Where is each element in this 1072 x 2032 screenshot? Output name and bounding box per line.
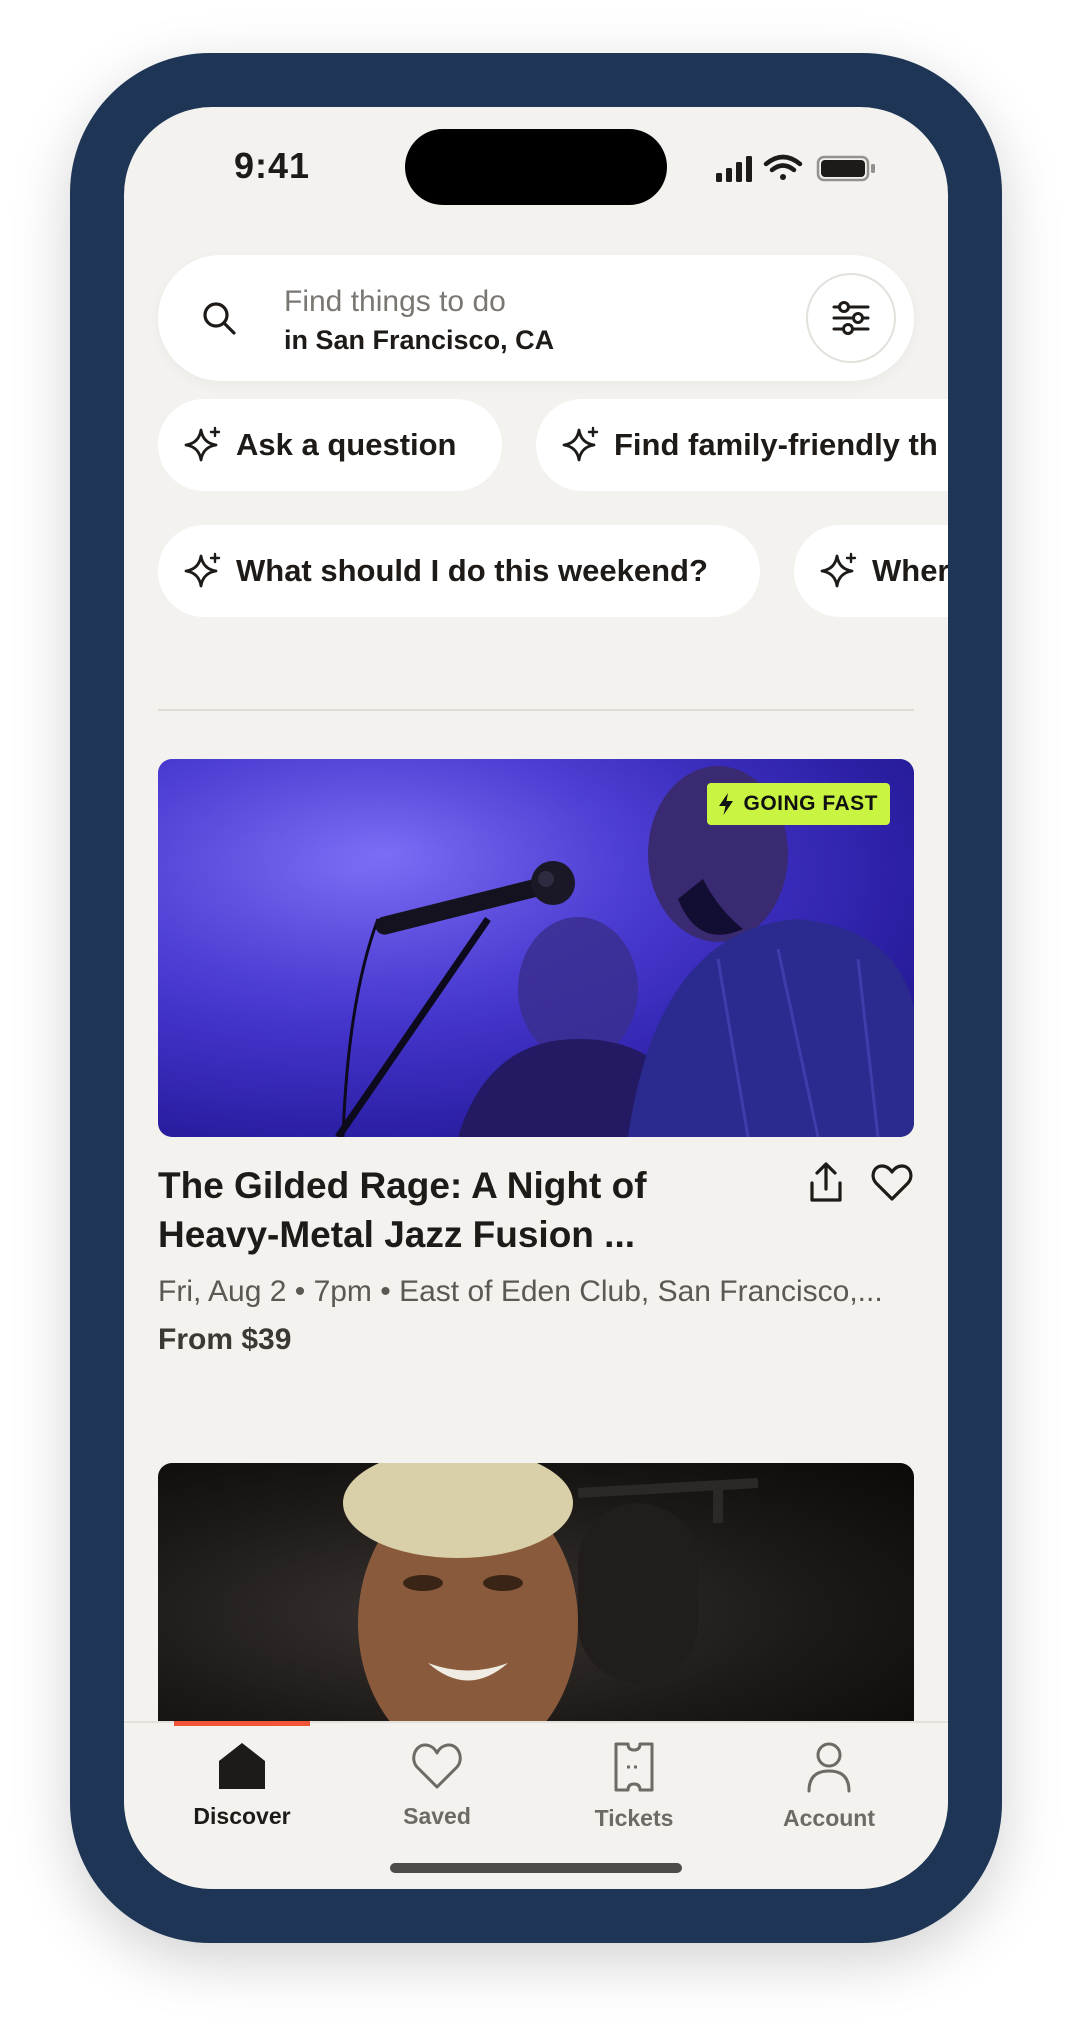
ticket-icon [614,1742,654,1792]
home-icon [219,1743,265,1789]
wifi-icon [763,154,803,180]
event-price: From $39 [158,1323,292,1356]
app-screen: 9:41 Find things to do in San Francisco,… [124,107,948,1889]
chip-label: Find family-friendly th [614,427,938,462]
event-meta: Fri, Aug 2 • 7pm • East of Eden Club, Sa… [158,1275,883,1308]
sparkle-icon [184,552,221,588]
status-icons [716,153,886,183]
sparkle-icon [820,552,857,588]
active-tab-indicator [174,1721,310,1726]
section-divider [158,709,914,711]
tab-label: Discover [193,1803,291,1829]
battery-icon [816,155,875,182]
tab-saved[interactable]: Saved [342,1741,532,1851]
status-time: 9:41 [234,145,311,186]
tab-discover[interactable]: Discover [147,1741,337,1851]
search-placeholder: Find things to do [284,285,506,318]
chip-where[interactable]: Wher [794,525,948,617]
event-photo-illustration [308,1463,759,1763]
tab-account[interactable]: Account [734,1741,924,1851]
dynamic-island [405,129,667,205]
chip-weekend[interactable]: What should I do this weekend? [158,525,760,617]
chip-label: Ask a question [236,427,457,462]
tab-tickets[interactable]: Tickets [539,1741,729,1851]
phone-frame: 9:41 Find things to do in San Francisco,… [70,53,1002,1943]
chip-ask-question[interactable]: Ask a question [158,399,502,491]
cellular-signal-icon [716,156,752,182]
event-title[interactable]: The Gilded Rage: A Night of Heavy-Metal … [158,1161,778,1259]
home-indicator [390,1863,682,1873]
person-icon [807,1742,851,1793]
share-icon[interactable] [804,1161,848,1205]
tab-label: Tickets [594,1805,674,1831]
going-fast-badge: GOING FAST [707,783,890,825]
tab-label: Account [783,1805,875,1831]
event-image[interactable] [158,1463,914,1763]
tab-label: Saved [403,1803,471,1829]
search-icon [203,302,236,335]
chip-family-friendly[interactable]: Find family-friendly th [536,399,948,491]
badge-label: GOING FAST [743,792,878,815]
heart-icon[interactable] [870,1161,914,1205]
sparkle-icon [184,426,221,462]
event-image[interactable]: GOING FAST [158,759,914,1137]
heart-icon [412,1743,462,1789]
filter-button[interactable] [806,273,896,363]
lightning-icon [719,793,734,815]
chip-label: What should I do this weekend? [236,553,708,588]
search-bar[interactable]: Find things to do in San Francisco, CA [158,255,914,381]
search-location: in San Francisco, CA [284,325,555,355]
chip-label: Wher [872,553,948,588]
sliders-icon [832,301,870,335]
sparkle-icon [562,426,599,462]
